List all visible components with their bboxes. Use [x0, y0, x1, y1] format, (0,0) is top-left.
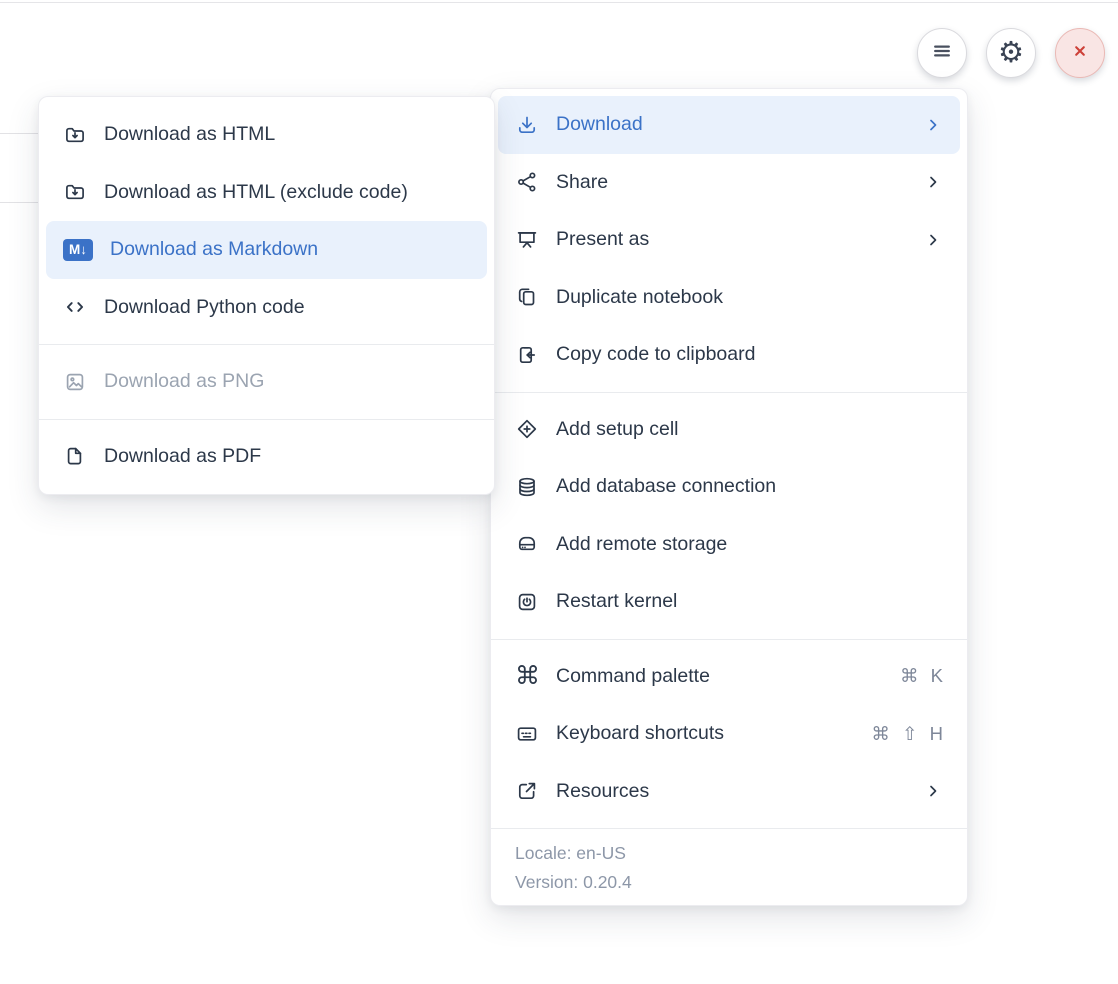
menu-item-label: Command palette	[556, 665, 888, 688]
folder-download-icon	[63, 180, 87, 204]
menu-item-resources[interactable]: Resources	[498, 763, 960, 821]
file-icon	[63, 444, 87, 468]
menu-item-keyboard-shortcuts[interactable]: Keyboard shortcuts ⌘ ⇧ H	[498, 705, 960, 763]
menu-item-download[interactable]: Download	[498, 96, 960, 154]
storage-icon	[515, 532, 539, 556]
menu-divider	[39, 419, 494, 420]
menu-item-label: Download Python code	[104, 296, 470, 319]
menu-item-command-palette[interactable]: ⌘ Command palette ⌘ K	[498, 648, 960, 706]
menu-item-download-python-code[interactable]: Download Python code	[46, 279, 487, 337]
folder-download-icon	[63, 123, 87, 147]
close-button[interactable]	[1055, 28, 1105, 78]
menu-item-add-setup-cell[interactable]: Add setup cell	[498, 401, 960, 459]
menu-item-label: Keyboard shortcuts	[556, 722, 859, 745]
shortcut-hint: ⌘ K	[900, 665, 943, 687]
menu-item-download-as-pdf[interactable]: Download as PDF	[46, 428, 487, 486]
menu-item-label: Download as PNG	[104, 370, 470, 393]
menu-item-label: Resources	[556, 780, 911, 803]
menu-item-label: Download as HTML (exclude code)	[104, 181, 470, 204]
image-icon	[63, 370, 87, 394]
menu-item-add-remote-storage[interactable]: Add remote storage	[498, 516, 960, 574]
app-window: ⚙ Download Share Present as Duplicate noteb…	[0, 0, 1118, 984]
menu-item-duplicate-notebook[interactable]: Duplicate notebook	[498, 269, 960, 327]
menu-item-label: Copy code to clipboard	[556, 343, 943, 366]
chevron-right-icon	[923, 115, 943, 135]
menu-button[interactable]	[917, 28, 967, 78]
menu-item-label: Add remote storage	[556, 533, 943, 556]
menu-item-add-database-connection[interactable]: Add database connection	[498, 458, 960, 516]
present-icon	[515, 228, 539, 252]
hamburger-icon	[930, 39, 954, 68]
menu-item-present-as[interactable]: Present as	[498, 211, 960, 269]
menu-item-label: Present as	[556, 228, 911, 251]
menu-item-label: Download as Markdown	[110, 238, 470, 261]
restart-icon	[515, 590, 539, 614]
menu-item-label: Download as HTML	[104, 123, 470, 146]
duplicate-icon	[515, 285, 539, 309]
download-submenu: Download as HTML Download as HTML (exclud…	[38, 96, 495, 495]
clipboard-icon	[515, 343, 539, 367]
close-icon	[1068, 39, 1092, 68]
menu-item-restart-kernel[interactable]: Restart kernel	[498, 573, 960, 631]
background-row-line	[0, 202, 38, 203]
settings-button[interactable]: ⚙	[986, 28, 1036, 78]
external-link-icon	[515, 779, 539, 803]
menu-item-download-as-png[interactable]: Download as PNG	[46, 353, 487, 411]
menu-divider	[39, 344, 494, 345]
setup-cell-icon	[515, 417, 539, 441]
menu-item-label: Download	[556, 113, 911, 136]
menu-item-copy-code-to-clipboard[interactable]: Copy code to clipboard	[498, 326, 960, 384]
menu-divider	[491, 639, 967, 640]
menu-item-download-as-html-exclude-code[interactable]: Download as HTML (exclude code)	[46, 164, 487, 222]
code-icon	[63, 295, 87, 319]
version-text: Version: 0.20.4	[515, 868, 943, 897]
chevron-right-icon	[923, 781, 943, 801]
menu-item-label: Share	[556, 171, 911, 194]
menu-item-download-as-markdown[interactable]: M↓ Download as Markdown	[46, 221, 487, 279]
shortcut-hint: ⌘ ⇧ H	[871, 723, 943, 745]
menu-item-download-as-html[interactable]: Download as HTML	[46, 106, 487, 164]
menu-item-label: Restart kernel	[556, 590, 943, 613]
download-icon	[515, 113, 539, 137]
menu-item-label: Download as PDF	[104, 445, 470, 468]
share-icon	[515, 170, 539, 194]
chevron-right-icon	[923, 172, 943, 192]
menu-item-label: Duplicate notebook	[556, 286, 943, 309]
menu-item-share[interactable]: Share	[498, 154, 960, 212]
menu-item-label: Add setup cell	[556, 418, 943, 441]
chevron-right-icon	[923, 230, 943, 250]
database-icon	[515, 475, 539, 499]
notebook-menu: Download Share Present as Duplicate noteboo…	[490, 88, 968, 906]
page-top-divider	[0, 2, 1118, 3]
command-icon: ⌘	[515, 664, 539, 688]
keyboard-icon	[515, 722, 539, 746]
header-buttons: ⚙	[917, 28, 1105, 78]
gear-icon: ⚙	[998, 39, 1024, 68]
background-row-line	[0, 133, 38, 134]
menu-divider	[491, 392, 967, 393]
menu-item-label: Add database connection	[556, 475, 943, 498]
markdown-icon: M↓	[63, 239, 93, 261]
locale-text: Locale: en-US	[515, 839, 943, 868]
menu-footer: Locale: en-US Version: 0.20.4	[491, 828, 967, 905]
